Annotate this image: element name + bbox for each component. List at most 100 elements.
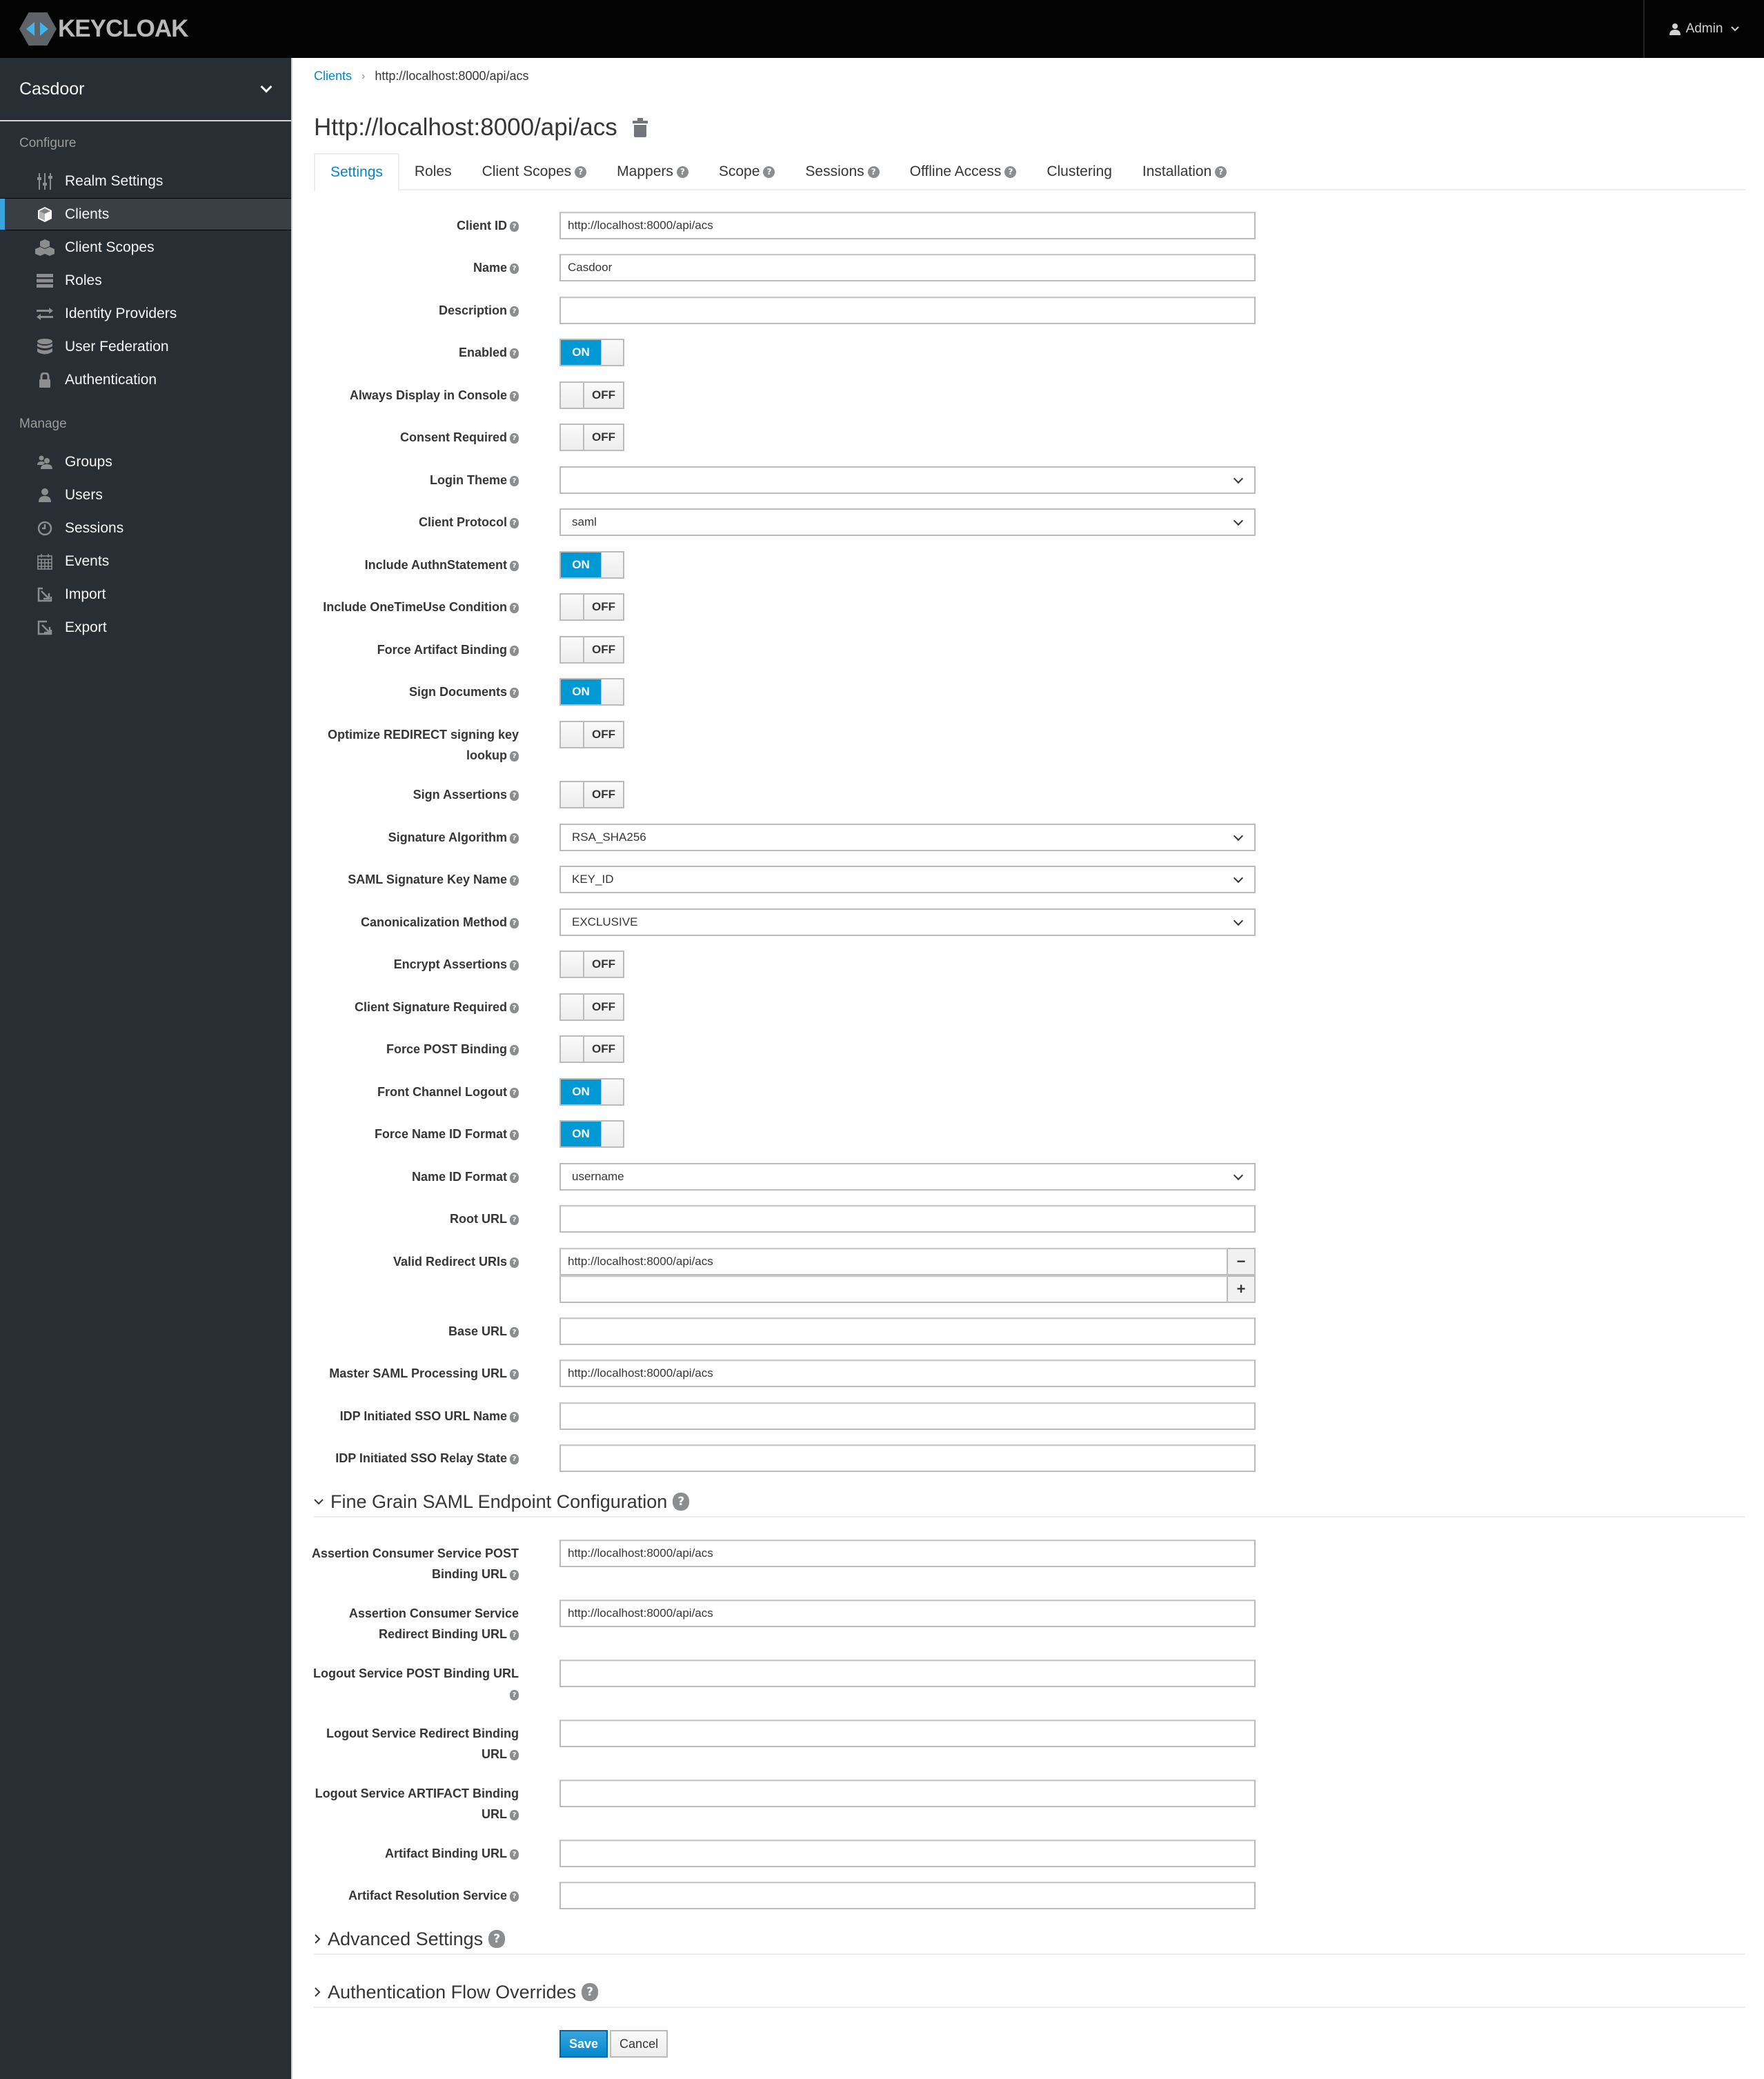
- force-artifact-toggle[interactable]: OFF: [559, 636, 624, 664]
- user-menu-dropdown[interactable]: Admin: [1643, 0, 1764, 58]
- consent-required-toggle[interactable]: OFF: [559, 424, 624, 451]
- help-icon[interactable]: ?: [575, 166, 587, 178]
- help-icon[interactable]: ?: [1215, 166, 1227, 178]
- include-authn-toggle[interactable]: ON: [559, 551, 624, 579]
- help-icon[interactable]: ?: [510, 1891, 519, 1902]
- trash-icon[interactable]: [632, 118, 648, 137]
- sidebar-item-users[interactable]: Users: [0, 479, 291, 511]
- help-icon[interactable]: ?: [510, 875, 519, 886]
- name-input[interactable]: Casdoor: [559, 254, 1256, 281]
- sign-assertions-toggle[interactable]: OFF: [559, 781, 624, 808]
- help-icon[interactable]: ?: [676, 166, 688, 178]
- tab-mappers[interactable]: Mappers?: [602, 153, 704, 190]
- force-post-toggle[interactable]: OFF: [559, 1035, 624, 1063]
- tab-offline-access[interactable]: Offline Access?: [895, 153, 1032, 190]
- help-icon[interactable]: ?: [510, 687, 519, 698]
- remove-uri-button[interactable]: −: [1228, 1248, 1256, 1275]
- help-icon[interactable]: ?: [763, 166, 775, 178]
- root-url-input[interactable]: [559, 1205, 1256, 1233]
- help-icon[interactable]: ?: [510, 1044, 519, 1055]
- acs-redirect-input[interactable]: http://localhost:8000/api/acs: [559, 1600, 1256, 1627]
- breadcrumb-clients-link[interactable]: Clients: [314, 69, 352, 83]
- client-protocol-select[interactable]: saml: [559, 508, 1256, 536]
- logout-redirect-input[interactable]: [559, 1720, 1256, 1747]
- help-icon[interactable]: ?: [510, 390, 519, 401]
- sidebar-item-client-scopes[interactable]: Client Scopes: [0, 231, 291, 263]
- encrypt-assertions-toggle[interactable]: OFF: [559, 951, 624, 978]
- logout-post-input[interactable]: [559, 1660, 1256, 1687]
- help-icon[interactable]: ?: [510, 348, 519, 359]
- sidebar-item-groups[interactable]: Groups: [0, 446, 291, 478]
- login-theme-select[interactable]: [559, 466, 1256, 494]
- description-input[interactable]: [559, 297, 1256, 324]
- help-icon[interactable]: ?: [510, 1257, 519, 1268]
- help-icon[interactable]: ?: [510, 1453, 519, 1464]
- client-sig-required-toggle[interactable]: OFF: [559, 993, 624, 1021]
- help-icon[interactable]: ?: [510, 750, 519, 762]
- help-icon[interactable]: ?: [867, 166, 880, 178]
- help-icon[interactable]: ?: [673, 1493, 690, 1511]
- help-icon[interactable]: ?: [510, 602, 519, 613]
- redirect-uri-input[interactable]: http://localhost:8000/api/acs: [559, 1248, 1228, 1275]
- acs-post-input[interactable]: http://localhost:8000/api/acs: [559, 1540, 1256, 1567]
- help-icon[interactable]: ?: [510, 1214, 519, 1225]
- tab-scope[interactable]: Scope?: [704, 153, 791, 190]
- sidebar-item-clients[interactable]: Clients: [0, 198, 291, 230]
- realm-selector[interactable]: Casdoor: [0, 58, 291, 121]
- cancel-button[interactable]: Cancel: [610, 2030, 668, 2058]
- sidebar-item-import[interactable]: Import: [0, 578, 291, 610]
- help-icon[interactable]: ?: [510, 560, 519, 571]
- help-icon[interactable]: ?: [510, 959, 519, 971]
- help-icon[interactable]: ?: [510, 475, 519, 486]
- sidebar-item-roles[interactable]: Roles: [0, 264, 291, 297]
- help-icon[interactable]: ?: [510, 1129, 519, 1140]
- help-icon[interactable]: ?: [510, 1849, 519, 1860]
- sidebar-item-sessions[interactable]: Sessions: [0, 512, 291, 544]
- help-icon[interactable]: ?: [488, 1930, 506, 1948]
- help-icon[interactable]: ?: [510, 1809, 519, 1820]
- help-icon[interactable]: ?: [510, 1172, 519, 1183]
- idp-sso-relay-input[interactable]: [559, 1444, 1256, 1472]
- saml-sig-key-name-select[interactable]: KEY_ID: [559, 866, 1256, 893]
- always-display-toggle[interactable]: OFF: [559, 381, 624, 409]
- sidebar-item-realm-settings[interactable]: Realm Settings: [0, 165, 291, 197]
- add-uri-button[interactable]: +: [1228, 1275, 1256, 1303]
- artifact-binding-input[interactable]: [559, 1840, 1256, 1867]
- base-url-input[interactable]: [559, 1317, 1256, 1345]
- client-id-input[interactable]: http://localhost:8000/api/acs: [559, 212, 1256, 239]
- help-icon[interactable]: ?: [510, 1749, 519, 1760]
- save-button[interactable]: Save: [559, 2030, 608, 2058]
- help-icon[interactable]: ?: [510, 1569, 519, 1580]
- canonicalization-select[interactable]: EXCLUSIVE: [559, 908, 1256, 936]
- help-icon[interactable]: ?: [510, 517, 519, 528]
- auth-flow-overrides-toggle[interactable]: Authentication Flow Overrides ?: [314, 1978, 1745, 2008]
- tab-roles[interactable]: Roles: [399, 153, 467, 190]
- sidebar-item-events[interactable]: Events: [0, 545, 291, 577]
- tab-sessions[interactable]: Sessions?: [790, 153, 894, 190]
- help-icon[interactable]: ?: [510, 1629, 519, 1640]
- optimize-redirect-toggle[interactable]: OFF: [559, 721, 624, 748]
- name-id-format-select[interactable]: username: [559, 1163, 1256, 1191]
- tab-client-scopes[interactable]: Client Scopes?: [467, 153, 602, 190]
- tab-settings[interactable]: Settings: [314, 153, 399, 192]
- master-saml-url-input[interactable]: http://localhost:8000/api/acs: [559, 1360, 1256, 1387]
- help-icon[interactable]: ?: [1004, 166, 1017, 178]
- artifact-resolution-input[interactable]: [559, 1882, 1256, 1909]
- tab-installation[interactable]: Installation?: [1127, 153, 1242, 190]
- help-icon[interactable]: ?: [510, 917, 519, 928]
- help-icon[interactable]: ?: [510, 1411, 519, 1422]
- help-icon[interactable]: ?: [510, 1002, 519, 1013]
- logout-artifact-input[interactable]: [559, 1780, 1256, 1807]
- signature-algorithm-select[interactable]: RSA_SHA256: [559, 824, 1256, 851]
- front-channel-logout-toggle[interactable]: ON: [559, 1078, 624, 1106]
- help-icon[interactable]: ?: [510, 790, 519, 801]
- help-icon[interactable]: ?: [510, 221, 519, 232]
- advanced-settings-toggle[interactable]: Advanced Settings ?: [314, 1924, 1745, 1955]
- help-icon[interactable]: ?: [510, 1689, 519, 1700]
- sidebar-item-user-federation[interactable]: User Federation: [0, 330, 291, 363]
- help-icon[interactable]: ?: [510, 1369, 519, 1380]
- help-icon[interactable]: ?: [510, 263, 519, 274]
- help-icon[interactable]: ?: [510, 432, 519, 444]
- idp-sso-url-name-input[interactable]: [559, 1402, 1256, 1430]
- help-icon[interactable]: ?: [510, 1087, 519, 1098]
